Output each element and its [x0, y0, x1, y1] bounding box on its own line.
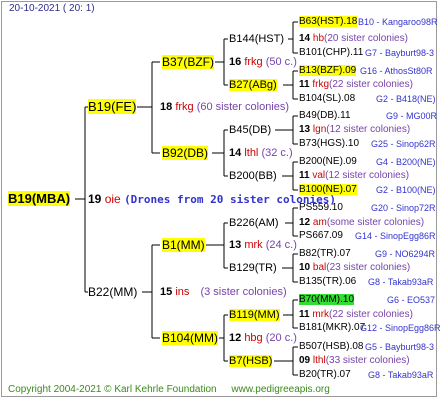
ancestor-row[interactable]: B200(NE).09	[299, 155, 357, 169]
b7-queen[interactable]: B7(HSB)	[229, 354, 273, 368]
b37-generation: 16 frkg (50 c.)	[229, 56, 297, 68]
ancestor-origin[interactable]: G5 - Bayburt98-3	[365, 340, 434, 354]
ancestor-origin[interactable]: B10 - Kangaroo98R	[358, 15, 438, 29]
date-header: 20-10-2021 ( 20: 1)	[9, 3, 95, 14]
b92-queen[interactable]: B92(DB)	[162, 146, 209, 160]
ancestor-origin[interactable]: G9 - MG00R	[386, 109, 437, 123]
ancestor-row[interactable]: B63(HST).18	[299, 15, 358, 29]
ancestor-origin[interactable]: G9 - NO6294R	[375, 247, 435, 261]
ancestor-row[interactable]: B104(SL).08	[299, 92, 355, 106]
ancestor-origin[interactable]: G20 - Sinop72R	[371, 201, 436, 215]
b104-queen[interactable]: B104(MM)	[162, 331, 219, 345]
ancestor-row[interactable]: B100(NE).07	[299, 183, 357, 197]
b7-generation: 09 lthl(33 sister colonies)	[299, 355, 410, 366]
ancestor-row[interactable]: B49(DB).11	[299, 109, 351, 123]
father-generation: 15 ins (3 sister colonies)	[160, 286, 287, 298]
ancestor-row[interactable]: PS559.10	[299, 201, 343, 215]
ancestor-origin[interactable]: G2 - B418(NE)	[376, 92, 436, 106]
b37-queen[interactable]: B37(BZF)	[162, 55, 215, 69]
ancestor-row[interactable]: B135(TR).06	[299, 275, 356, 289]
b119-queen[interactable]: B119(MM)	[229, 308, 280, 322]
b129-generation: 10 bal(23 sister colonies)	[299, 262, 411, 273]
ancestor-origin[interactable]: G12 - SinopEgg86R	[360, 321, 440, 335]
ancestor-origin[interactable]: G8 - Takab93aR	[368, 275, 433, 289]
b144-generation: 14 hb(20 sister colonies)	[299, 33, 408, 44]
mother-generation: 18 frkg (60 sister colonies)	[160, 101, 290, 113]
ancestor-row[interactable]: B181(MKR).07	[299, 321, 365, 335]
copyright-text: Copyright 2004-2021 © Karl Kehrle Founda…	[8, 384, 217, 395]
b104-generation: 12 hbg (20 c.)	[229, 332, 297, 344]
b1-queen[interactable]: B1(MM)	[162, 238, 205, 252]
ancestor-origin[interactable]: G8 - Takab93aR	[368, 368, 433, 382]
b119-generation: 11 mrk(22 sister colonies)	[299, 309, 413, 320]
b226-generation: 12 am(some sister colonies)	[299, 217, 425, 228]
ancestor-row[interactable]: B507(HSB).08	[299, 340, 363, 354]
ancestor-origin[interactable]: G6 - EO537	[387, 293, 435, 307]
ancestor-origin[interactable]: G4 - B200(NE)	[376, 155, 436, 169]
father-queen[interactable]: B22(MM)	[88, 285, 137, 299]
ancestor-row[interactable]: B101(CHP).11	[299, 46, 363, 60]
b45-generation: 13 lgn(12 sister colonies)	[299, 124, 411, 135]
b144-queen[interactable]: B144(HST)	[229, 32, 284, 46]
ancestor-row[interactable]: B73(HGS).10	[299, 137, 359, 151]
mother-queen[interactable]: B19(FE)	[88, 99, 137, 114]
ancestor-row[interactable]: B82(TR).07	[299, 247, 351, 261]
ancestor-origin[interactable]: G2 - B100(NE)	[376, 183, 436, 197]
root-queen[interactable]: B19(MBA)	[8, 191, 71, 206]
b200-queen[interactable]: B200(BB)	[229, 169, 277, 183]
b200-generation: 11 val(12 sister colonies)	[299, 170, 410, 181]
footer: Copyright 2004-2021 © Karl Kehrle Founda…	[8, 384, 330, 395]
ancestor-origin[interactable]: G25 - Sinop62R	[371, 137, 436, 151]
ancestor-row[interactable]: B13(BZF).09	[299, 64, 357, 78]
b27-queen[interactable]: B27(ABg)	[229, 78, 277, 92]
b226-queen[interactable]: B226(AM)	[229, 216, 279, 230]
ancestor-origin[interactable]: G16 - AthosSt80R	[360, 64, 433, 78]
b129-queen[interactable]: B129(TR)	[229, 261, 277, 275]
ancestor-row[interactable]: B20(TR).07	[299, 368, 351, 382]
ancestor-row[interactable]: B70(MM).10	[299, 293, 355, 307]
ancestor-origin[interactable]: G14 - SinopEgg86R	[355, 229, 436, 243]
b27-generation: 11 frkg(22 sister colonies)	[299, 79, 413, 90]
b45-queen[interactable]: B45(DB)	[229, 123, 271, 137]
ancestor-origin[interactable]: G7 - Bayburt98-3	[365, 46, 434, 60]
b1-generation: 13 mrk (24 c.)	[229, 239, 297, 251]
site-link[interactable]: www.pedigreeapis.org	[231, 384, 329, 395]
b92-generation: 14 lthl (32 c.)	[229, 147, 293, 159]
ancestor-row[interactable]: PS667.09	[299, 229, 343, 243]
